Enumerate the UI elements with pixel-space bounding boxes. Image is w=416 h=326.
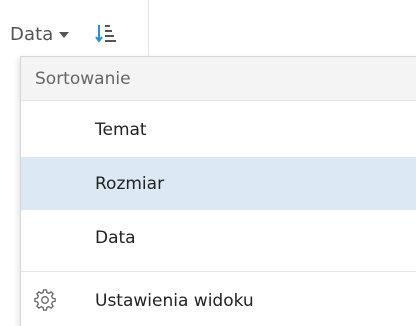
menu-item-label: Ustawienia widoku: [95, 290, 254, 311]
sort-dropdown-screen: Data Sortowanie Temat Rozmiar Data Ustaw…: [0, 0, 416, 326]
menu-item-label: Rozmiar: [95, 173, 165, 194]
menu-item-label: Temat: [95, 119, 147, 140]
sort-menu: Sortowanie Temat Rozmiar Data Ustawienia…: [20, 56, 416, 326]
menu-item-rozmiar[interactable]: Rozmiar: [21, 157, 416, 210]
menu-header: Sortowanie: [21, 57, 416, 101]
chevron-down-icon: [59, 32, 70, 38]
toolbar-divider: [148, 0, 149, 56]
sort-field-label: Data: [10, 23, 54, 45]
sort-field-button[interactable]: Data: [10, 20, 70, 48]
sort-toolbar: Data: [0, 0, 416, 56]
menu-divider: [21, 271, 416, 272]
menu-item-label: Data: [95, 227, 136, 248]
gear-icon: [34, 289, 56, 311]
menu-item-data[interactable]: Data: [21, 211, 416, 264]
menu-item-view-settings[interactable]: Ustawienia widoku: [21, 274, 416, 326]
sort-descending-icon[interactable]: [94, 21, 120, 47]
menu-item-temat[interactable]: Temat: [21, 103, 416, 156]
